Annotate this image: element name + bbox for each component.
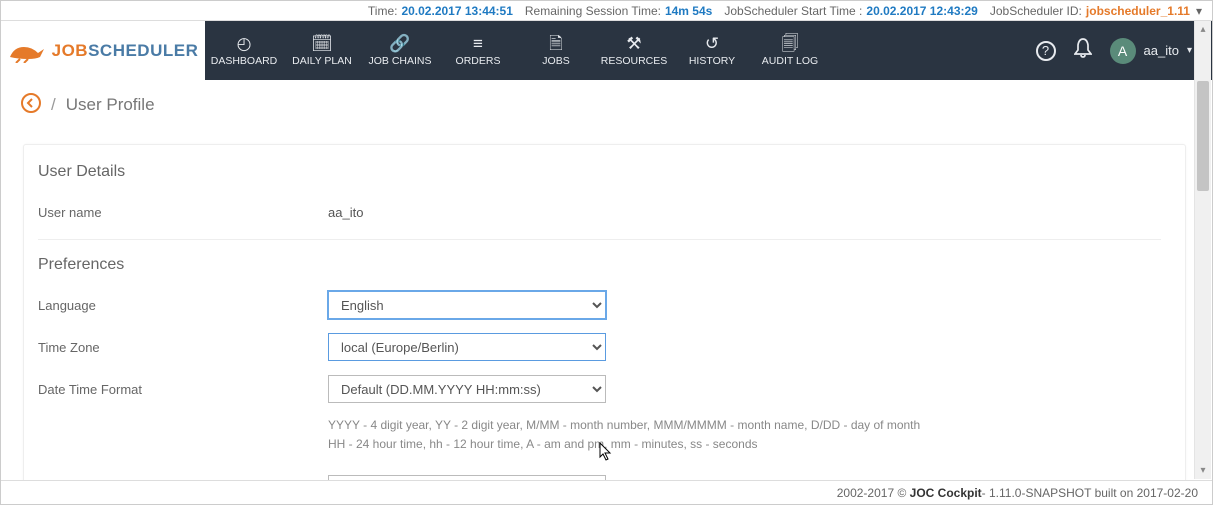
- user-menu-caret-icon: ▾: [1187, 45, 1192, 56]
- timezone-label: Time Zone: [38, 340, 328, 355]
- scroll-thumb[interactable]: [1197, 81, 1209, 191]
- nav-history-label: HISTORY: [689, 55, 735, 67]
- username-field-value: aa_ito: [328, 205, 363, 220]
- timezone-select[interactable]: local (Europe/Berlin): [328, 333, 606, 361]
- scheduler-id-caret-icon[interactable]: ▾: [1196, 4, 1202, 18]
- scheduler-id-value[interactable]: jobscheduler_1.11: [1086, 4, 1190, 18]
- notifications-icon[interactable]: [1074, 38, 1092, 63]
- nav-orders-label: ORDERS: [456, 55, 501, 67]
- remaining-value: 14m 54s: [665, 4, 712, 18]
- nav-resources-label: RESOURCES: [601, 55, 668, 67]
- breadcrumb-sep: /: [51, 95, 56, 115]
- nav-resources[interactable]: ⚒ RESOURCES: [595, 21, 673, 80]
- nav-dashboard-icon: ◴: [237, 35, 252, 52]
- language-select[interactable]: English: [328, 291, 606, 319]
- vertical-scrollbar[interactable]: ▴ ▾: [1194, 21, 1211, 479]
- help-icon[interactable]: ?: [1036, 41, 1056, 61]
- nav-job-chains[interactable]: 🔗 JOB CHAINS: [361, 21, 439, 80]
- nav-daily-plan-icon: 🗓: [311, 35, 333, 52]
- time-value: 20.02.2017 13:44:51: [401, 4, 512, 18]
- format-hint-2: HH - 24 hour time, hh - 12 hour time, A …: [328, 435, 920, 454]
- nav-daily-plan[interactable]: 🗓 DAILY PLAN: [283, 21, 361, 80]
- format-hint-1: YYYY - 4 digit year, YY - 2 digit year, …: [328, 416, 920, 435]
- nav-dashboard[interactable]: ◴ DASHBOARD: [205, 21, 283, 80]
- nav-orders-icon: ≡: [473, 35, 483, 52]
- nav-audit-log-label: AUDIT LOG: [762, 55, 818, 67]
- user-details-heading: User Details: [38, 163, 1161, 181]
- remaining-label: Remaining Session Time:: [525, 4, 661, 18]
- nav-history-icon: ↺: [705, 35, 719, 52]
- avatar: A: [1110, 38, 1136, 64]
- username-field-label: User name: [38, 205, 328, 220]
- username-label: aa_ito: [1144, 43, 1179, 58]
- info-bar: Time: 20.02.2017 13:44:51 Remaining Sess…: [1, 1, 1212, 21]
- nav-orders[interactable]: ≡ ORDERS: [439, 21, 517, 80]
- breadcrumb: / User Profile: [1, 80, 1212, 130]
- footer-copyright: 2002-2017 ©: [837, 486, 907, 500]
- header-nav: JOBSCHEDULER ◴ DASHBOARD 🗓 DAILY PLAN 🔗 JOB C…: [1, 21, 1212, 80]
- nav-resources-icon: ⚒: [626, 35, 641, 52]
- datetime-format-label: Date Time Format: [38, 382, 328, 397]
- nav-history[interactable]: ↺ HISTORY: [673, 21, 751, 80]
- time-label: Time:: [368, 4, 398, 18]
- nav-jobs-icon: 🗎: [549, 35, 563, 52]
- logo[interactable]: JOBSCHEDULER: [1, 21, 205, 80]
- divider: [38, 239, 1161, 240]
- start-time-value: 20.02.2017 12:43:29: [866, 4, 977, 18]
- back-icon[interactable]: [21, 93, 41, 118]
- history-entries-input[interactable]: [328, 475, 606, 480]
- footer: 2002-2017 © JOC Cockpit - 1.11.0-SNAPSHO…: [1, 480, 1212, 504]
- footer-version: - 1.11.0-SNAPSHOT built on 2017-02-20: [982, 486, 1198, 500]
- footer-product: JOC Cockpit: [910, 486, 982, 500]
- preferences-heading: Preferences: [38, 256, 1161, 274]
- logo-icon: [8, 39, 46, 63]
- nav-audit-log[interactable]: 🗐 AUDIT LOG: [751, 21, 829, 80]
- user-menu[interactable]: A aa_ito ▾: [1110, 38, 1192, 64]
- scroll-down-icon[interactable]: ▾: [1195, 462, 1211, 479]
- scheduler-id-label: JobScheduler ID:: [990, 4, 1082, 18]
- nav-audit-log-icon: 🗐: [782, 35, 799, 52]
- nav-jobs[interactable]: 🗎 JOBS: [517, 21, 595, 80]
- logo-text: JOBSCHEDULER: [52, 41, 199, 61]
- nav-jobs-label: JOBS: [542, 55, 569, 67]
- nav-dashboard-label: DASHBOARD: [211, 55, 278, 67]
- nav-daily-plan-label: DAILY PLAN: [292, 55, 352, 67]
- page-title: User Profile: [66, 95, 155, 115]
- nav-job-chains-icon: 🔗: [389, 35, 410, 52]
- datetime-format-select[interactable]: Default (DD.MM.YYYY HH:mm:ss): [328, 375, 606, 403]
- scroll-up-icon[interactable]: ▴: [1195, 21, 1211, 38]
- start-time-label: JobScheduler Start Time :: [724, 4, 862, 18]
- nav-job-chains-label: JOB CHAINS: [368, 55, 431, 67]
- profile-panel: User Details User name aa_ito Preference…: [23, 144, 1186, 480]
- language-label: Language: [38, 298, 328, 313]
